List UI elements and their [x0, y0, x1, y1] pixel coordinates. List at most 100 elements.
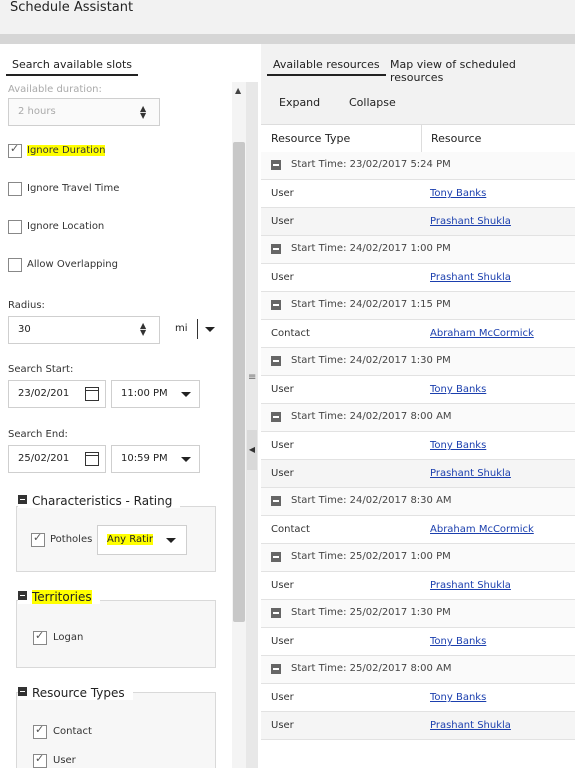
- resource-type-cell: User: [271, 440, 294, 451]
- resource-link[interactable]: Tony Banks: [430, 440, 486, 451]
- calendar-icon[interactable]: [85, 387, 99, 401]
- potholes-checkbox[interactable]: [31, 531, 45, 547]
- group-row[interactable]: Start Time: 25/02/2017 8:00 AM: [261, 656, 575, 684]
- collapse-group-icon[interactable]: [271, 244, 281, 254]
- title-bar: Schedule Assistant: [0, 0, 575, 34]
- resource-type-cell: User: [271, 272, 294, 283]
- group-start-time: Start Time: 24/02/2017 1:15 PM: [291, 299, 451, 310]
- search-start-date[interactable]: 23/02/201: [8, 380, 106, 408]
- resource-types-header[interactable]: Resource Types: [18, 686, 133, 700]
- group-row[interactable]: Start Time: 24/02/2017 1:15 PM: [261, 292, 575, 320]
- group-row[interactable]: Start Time: 24/02/2017 1:30 PM: [261, 348, 575, 376]
- resource-link[interactable]: Tony Banks: [430, 188, 486, 199]
- column-separator: [421, 125, 422, 153]
- search-end-time[interactable]: 10:59 PM: [111, 445, 200, 473]
- duration-spinner-icon[interactable]: ▲ ▼: [140, 105, 146, 120]
- search-end-date[interactable]: 25/02/201: [8, 445, 106, 473]
- group-row[interactable]: Start Time: 24/02/2017 8:30 AM: [261, 488, 575, 516]
- resource-link[interactable]: Prashant Shukla: [430, 216, 511, 227]
- group-start-time: Start Time: 25/02/2017 1:00 PM: [291, 551, 451, 562]
- grid-rows: Start Time: 23/02/2017 5:24 PM User Tony B…: [261, 152, 575, 740]
- group-row[interactable]: Start Time: 25/02/2017 1:00 PM: [261, 544, 575, 572]
- resource-type-cell: User: [271, 468, 294, 479]
- ignore-duration-checkbox[interactable]: [8, 142, 22, 158]
- collapse-button[interactable]: Collapse: [349, 96, 396, 109]
- resource-link[interactable]: Prashant Shukla: [430, 272, 511, 283]
- radius-spinner-icon[interactable]: ▲ ▼: [140, 322, 146, 337]
- resource-link[interactable]: Abraham McCormick: [430, 524, 534, 535]
- group-row[interactable]: Start Time: 24/02/2017 1:00 PM: [261, 236, 575, 264]
- radius-unit-select[interactable]: mi: [166, 316, 218, 342]
- ignore-location-checkbox[interactable]: [8, 220, 22, 234]
- table-row: User Tony Banks: [261, 628, 575, 656]
- logan-checkbox[interactable]: [33, 629, 47, 645]
- scrollbar-thumb[interactable]: [233, 142, 245, 622]
- collapse-icon[interactable]: [18, 591, 27, 600]
- resource-link[interactable]: Abraham McCormick: [430, 328, 534, 339]
- user-checkbox[interactable]: [33, 752, 47, 768]
- table-row: Contact Abraham McCormick: [261, 320, 575, 348]
- collapse-group-icon[interactable]: [271, 608, 281, 618]
- resource-link[interactable]: Prashant Shukla: [430, 580, 511, 591]
- territories-group: Logan: [16, 600, 216, 668]
- ignore-travel-time-checkbox[interactable]: [8, 182, 22, 196]
- search-end-time-value: 10:59 PM: [121, 453, 168, 464]
- contact-checkbox[interactable]: [33, 723, 47, 739]
- table-row: User Prashant Shukla: [261, 208, 575, 236]
- resource-link[interactable]: Tony Banks: [430, 636, 486, 647]
- collapse-icon[interactable]: [18, 495, 27, 504]
- group-row[interactable]: Start Time: 24/02/2017 8:00 AM: [261, 404, 575, 432]
- pane-splitter[interactable]: ≡ ◀: [246, 82, 258, 768]
- collapse-pane-button[interactable]: ◀: [247, 430, 257, 470]
- resource-link[interactable]: Tony Banks: [430, 384, 486, 395]
- radius-label: Radius:: [8, 300, 45, 311]
- radius-unit-value: mi: [175, 323, 188, 334]
- chevron-down-icon: [181, 457, 191, 462]
- group-start-time: Start Time: 23/02/2017 5:24 PM: [291, 159, 451, 170]
- resource-type-cell: User: [271, 188, 294, 199]
- group-row[interactable]: Start Time: 23/02/2017 5:24 PM: [261, 152, 575, 180]
- resource-type-cell: User: [271, 580, 294, 591]
- available-duration-value: 2 hours: [18, 106, 56, 117]
- available-duration-label: Available duration:: [8, 84, 102, 95]
- resource-link[interactable]: Prashant Shukla: [430, 720, 511, 731]
- collapse-group-icon[interactable]: [271, 664, 281, 674]
- expand-button[interactable]: Expand: [279, 96, 320, 109]
- search-options-scroll: Available duration: 2 hours ▲▼ Ignore Du…: [0, 82, 232, 768]
- collapse-icon[interactable]: [18, 687, 27, 696]
- resource-link[interactable]: Prashant Shukla: [430, 468, 511, 479]
- scroll-up-icon[interactable]: ▲: [235, 86, 241, 95]
- territories-header[interactable]: Territories: [18, 590, 100, 604]
- collapse-group-icon[interactable]: [271, 552, 281, 562]
- collapse-group-icon[interactable]: [271, 356, 281, 366]
- column-resource[interactable]: Resource: [431, 132, 481, 145]
- characteristics-header[interactable]: Characteristics - Rating: [18, 494, 181, 508]
- collapse-group-icon[interactable]: [271, 300, 281, 310]
- search-start-time[interactable]: 11:00 PM: [111, 380, 200, 408]
- resource-type-cell: User: [271, 692, 294, 703]
- rating-select[interactable]: Any Ratir: [97, 525, 187, 555]
- resource-link[interactable]: Tony Banks: [430, 692, 486, 703]
- group-start-time: Start Time: 25/02/2017 1:30 PM: [291, 607, 451, 618]
- contact-label: Contact: [53, 726, 92, 737]
- group-start-time: Start Time: 24/02/2017 8:00 AM: [291, 411, 452, 422]
- collapse-group-icon[interactable]: [271, 160, 281, 170]
- resource-type-cell: User: [271, 720, 294, 731]
- tab-available-resources[interactable]: Available resources: [267, 56, 386, 76]
- resources-grid: Resource Type Resource Start Time: 23/02…: [261, 124, 575, 768]
- table-row: User Tony Banks: [261, 376, 575, 404]
- group-row[interactable]: Start Time: 25/02/2017 1:30 PM: [261, 600, 575, 628]
- resource-type-cell: User: [271, 216, 294, 227]
- grip-icon[interactable]: ≡: [248, 372, 256, 383]
- radius-input[interactable]: 30 ▲ ▼: [8, 316, 160, 344]
- left-scrollbar[interactable]: ▲: [232, 82, 246, 768]
- tab-search-available-slots[interactable]: Search available slots: [6, 56, 138, 76]
- available-duration-field[interactable]: 2 hours ▲ ▼: [8, 98, 160, 126]
- search-start-time-value: 11:00 PM: [121, 388, 168, 399]
- collapse-group-icon[interactable]: [271, 496, 281, 506]
- collapse-group-icon[interactable]: [271, 412, 281, 422]
- allow-overlapping-checkbox[interactable]: [8, 258, 22, 272]
- column-resource-type[interactable]: Resource Type: [271, 132, 350, 145]
- calendar-icon[interactable]: [85, 452, 99, 466]
- user-label: User: [53, 755, 76, 766]
